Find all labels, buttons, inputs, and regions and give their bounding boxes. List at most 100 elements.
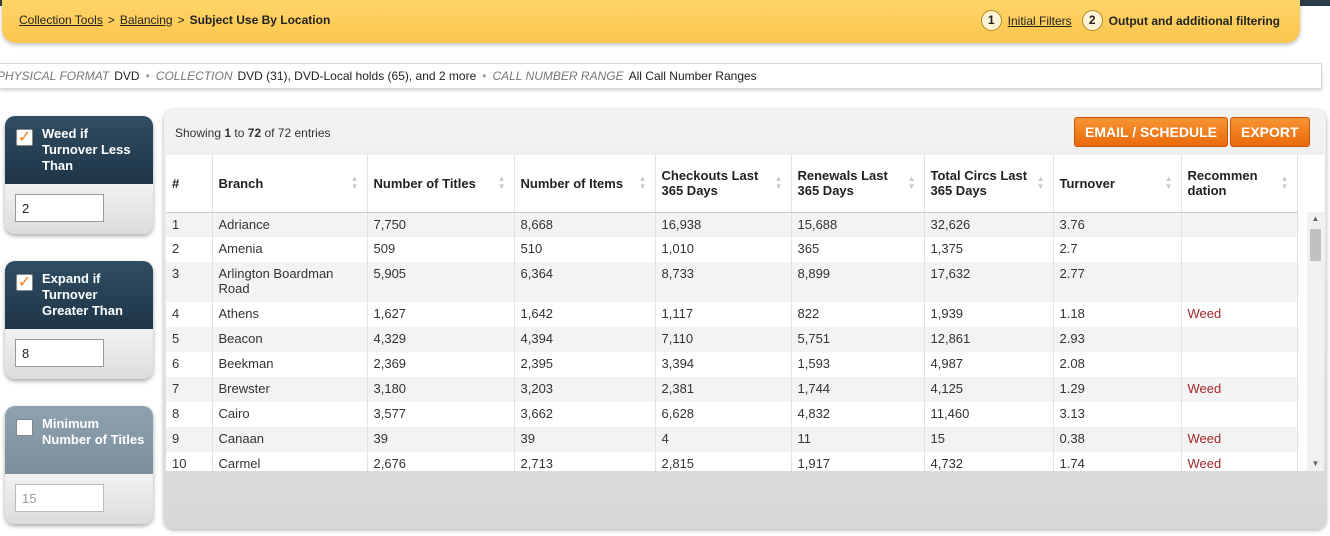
table-cell: 365	[791, 237, 925, 262]
export-button[interactable]: EXPORT	[1230, 117, 1310, 147]
table-cell: Weed	[1181, 452, 1298, 471]
collection-value: DVD (31), DVD-Local holds (65), and 2 mo…	[237, 69, 477, 83]
table-cell: 1.29	[1053, 377, 1182, 402]
table-cell: 2.93	[1053, 327, 1182, 352]
column-header[interactable]: Turnover ▲ ▼	[1053, 155, 1182, 213]
breadcrumb-separator: >	[107, 13, 115, 27]
results-table-container: # Branch ▲ ▼ Number of Titles ▲ ▼ Number of Ite…	[166, 155, 1324, 471]
showing-to-word: to	[234, 126, 245, 140]
table-cell: 1.74	[1053, 452, 1182, 471]
filter-separator: •	[145, 69, 150, 83]
table-cell: Weed	[1181, 302, 1298, 327]
table-cell: 2,713	[514, 452, 656, 471]
table-cell: 2,395	[514, 352, 656, 377]
step-output-current: Output and additional filtering	[1108, 13, 1280, 28]
format-value: DVD	[114, 69, 140, 83]
column-header[interactable]: Renewals Last 365 Days ▲ ▼	[791, 155, 925, 213]
table-cell: 11	[791, 427, 925, 452]
filter-separator: •	[482, 69, 487, 83]
table-cell: Beacon	[212, 327, 368, 352]
table-cell: 4	[166, 302, 213, 327]
breadcrumb-bar: Collection Tools > Balancing > Subject Use B…	[2, 0, 1300, 43]
table-cell: 11,460	[924, 402, 1054, 427]
table-cell: 1,642	[514, 302, 656, 327]
step-navigation: 1 Initial Filters 2 Output and additiona…	[980, 10, 1280, 31]
table-body: 1 Adriance 7,750 8,668 16,938 15,688 32,626 3.7…	[166, 212, 1298, 471]
weed-checkbox[interactable]: ✓	[16, 129, 33, 146]
step-initial-filters-link[interactable]: Initial Filters	[1008, 14, 1072, 28]
table-cell: 1,117	[655, 302, 792, 327]
table-cell: 32,626	[924, 212, 1054, 237]
expand-panel: ✓ Expand if Turnover Greater Than	[5, 261, 153, 379]
table-cell: 3,203	[514, 377, 656, 402]
minimum-checkbox[interactable]	[16, 419, 33, 436]
results-panel: Showing 1 to 72 of 72 entries EMAIL / SC…	[164, 110, 1326, 529]
column-header[interactable]: #	[166, 155, 213, 213]
table-cell: 2.77	[1053, 262, 1182, 302]
showing-prefix: Showing	[175, 126, 222, 140]
column-header[interactable]: Branch ▲ ▼	[212, 155, 368, 213]
table-cell: 3,394	[655, 352, 792, 377]
column-header[interactable]: Recommen dation ▲ ▼	[1181, 155, 1298, 213]
expand-threshold-input[interactable]	[15, 339, 104, 367]
showing-total: of 72 entries	[264, 126, 331, 140]
table-cell: 4	[655, 427, 792, 452]
expand-checkbox[interactable]: ✓	[16, 274, 33, 291]
minimum-panel-header: Minimum Number of Titles	[5, 406, 153, 474]
table-row: 2 Amenia 509 510 1,010 365 1,375 2.7	[166, 237, 1298, 262]
breadcrumb-separator: >	[177, 13, 185, 27]
breadcrumb-current: Subject Use By Location	[189, 13, 331, 27]
table-cell: 3.76	[1053, 212, 1182, 237]
breadcrumb: Collection Tools > Balancing > Subject Use B…	[19, 13, 330, 27]
scrollbar-thumb[interactable]	[1310, 229, 1321, 261]
column-header-label: Branch	[218, 175, 264, 191]
breadcrumb-link-collection-tools[interactable]: Collection Tools	[19, 13, 103, 27]
table-cell: 7,110	[655, 327, 792, 352]
table-cell: 39	[367, 427, 515, 452]
table-cell: 4,125	[924, 377, 1054, 402]
showing-from: 1	[224, 126, 232, 140]
table-cell: 6,628	[655, 402, 792, 427]
breadcrumb-link-balancing[interactable]: Balancing	[120, 13, 173, 27]
minimum-panel-label: Minimum Number of Titles	[42, 416, 145, 447]
table-cell: 0.38	[1053, 427, 1182, 452]
table-cell: 1,917	[791, 452, 925, 471]
table-cell: Brewster	[212, 377, 368, 402]
table-cell: Cairo	[212, 402, 368, 427]
table-cell: 10	[166, 452, 213, 471]
table-cell	[1181, 237, 1298, 262]
table-scrollbar[interactable]: ▲ ▼	[1307, 212, 1324, 471]
minimum-panel: Minimum Number of Titles	[5, 406, 153, 524]
table-row: 3 Arlington Boardman Road 5,905 6,364 8,733 8…	[166, 262, 1298, 302]
column-header[interactable]: Total Circs Last 365 Days ▲ ▼	[924, 155, 1054, 213]
scroll-up-arrow-icon[interactable]: ▲	[1307, 212, 1324, 226]
table-cell: 8,668	[514, 212, 656, 237]
table-cell: 7,750	[367, 212, 515, 237]
table-cell: 8,733	[655, 262, 792, 302]
entries-info: Showing 1 to 72 of 72 entries	[175, 126, 331, 140]
column-header[interactable]: Number of Titles ▲ ▼	[367, 155, 515, 213]
column-header[interactable]: Checkouts Last 365 Days ▲ ▼	[655, 155, 792, 213]
results-table: # Branch ▲ ▼ Number of Titles ▲ ▼ Number of Ite…	[166, 155, 1298, 471]
table-cell: 1,939	[924, 302, 1054, 327]
table-cell: 3,662	[514, 402, 656, 427]
table-cell: 2	[166, 237, 213, 262]
weed-panel-body	[5, 184, 153, 234]
table-cell: 5,751	[791, 327, 925, 352]
table-cell	[1181, 212, 1298, 237]
step-1-number: 1	[980, 10, 1002, 31]
table-cell: Adriance	[212, 212, 368, 237]
weed-threshold-input[interactable]	[15, 194, 104, 222]
sort-arrows-icon: ▲ ▼	[907, 174, 916, 192]
sort-arrows-icon: ▲ ▼	[638, 174, 647, 192]
email-schedule-button[interactable]: EMAIL / SCHEDULE	[1074, 117, 1228, 147]
weed-panel: ✓ Weed if Turnover Less Than	[5, 116, 153, 234]
column-header[interactable]: Number of Items ▲ ▼	[514, 155, 656, 213]
table-cell: Weed	[1181, 377, 1298, 402]
scroll-down-arrow-icon[interactable]: ▼	[1307, 457, 1324, 471]
minimum-titles-input[interactable]	[15, 484, 104, 512]
table-cell: 1	[166, 212, 213, 237]
table-cell: 2.7	[1053, 237, 1182, 262]
sort-arrows-icon: ▲ ▼	[350, 174, 359, 192]
table-row: 10 Carmel 2,676 2,713 2,815 1,917 4,732 1.74 Wee…	[166, 452, 1298, 471]
